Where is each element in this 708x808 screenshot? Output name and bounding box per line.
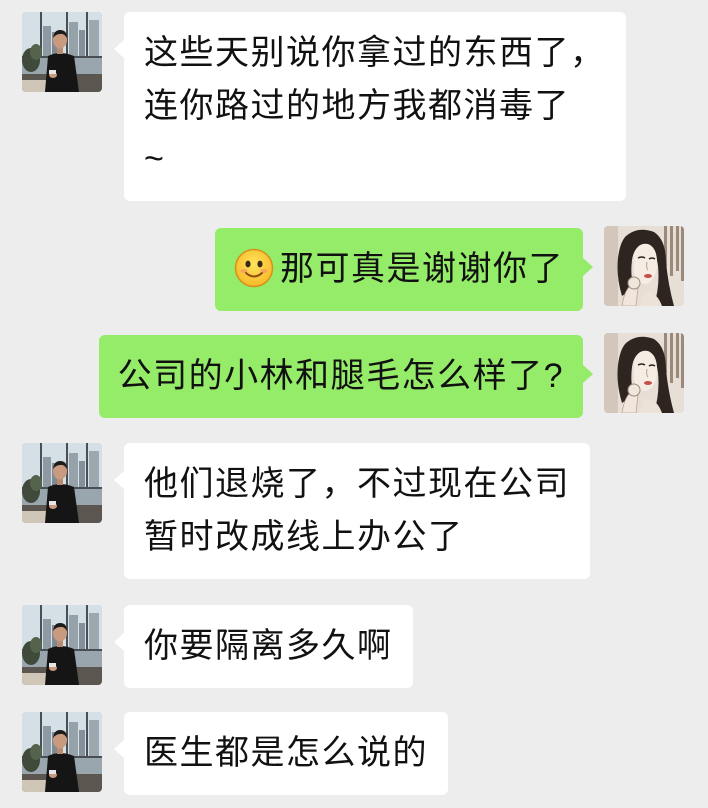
message-bubble[interactable]: 他们退烧了，不过现在公司 暂时改成线上办公了 (114, 443, 590, 579)
message-text: 那可真是谢谢你了 (280, 250, 564, 288)
man-avatar-icon[interactable] (22, 443, 102, 523)
message-bubble[interactable]: 那可真是谢谢你了 (215, 228, 593, 311)
message-bubble[interactable]: 医生都是怎么说的 (114, 712, 448, 795)
message-bubble[interactable]: 这些天别说你拿过的东西了， 连你路过的地方我都消毒了 ~ (114, 12, 626, 201)
message-text: 公司的小林和腿毛怎么样了? (117, 357, 564, 395)
message-text: 他们退烧了，不过现在公司 (144, 465, 570, 503)
message-bubble[interactable]: 公司的小林和腿毛怎么样了? (98, 335, 594, 418)
message-bubble[interactable]: 你要隔离多久啊 (114, 605, 413, 688)
message-text: 你要隔离多久啊 (144, 627, 393, 665)
man-avatar-icon[interactable] (22, 12, 102, 92)
woman-avatar-icon[interactable] (604, 226, 684, 306)
message-text: ~ (144, 140, 166, 178)
message-line: 那可真是谢谢你了 (234, 243, 564, 296)
woman-avatar-icon[interactable] (604, 333, 684, 413)
message-text: 暂时改成线上办公了 (144, 518, 464, 556)
smile-emoji-icon (234, 248, 274, 288)
message-text: 这些天别说你拿过的东西了， (144, 34, 606, 72)
message-text: 医生都是怎么说的 (144, 734, 428, 772)
man-avatar-icon[interactable] (22, 712, 102, 792)
man-avatar-icon[interactable] (22, 605, 102, 685)
message-text: 连你路过的地方我都消毒了 (144, 87, 570, 125)
